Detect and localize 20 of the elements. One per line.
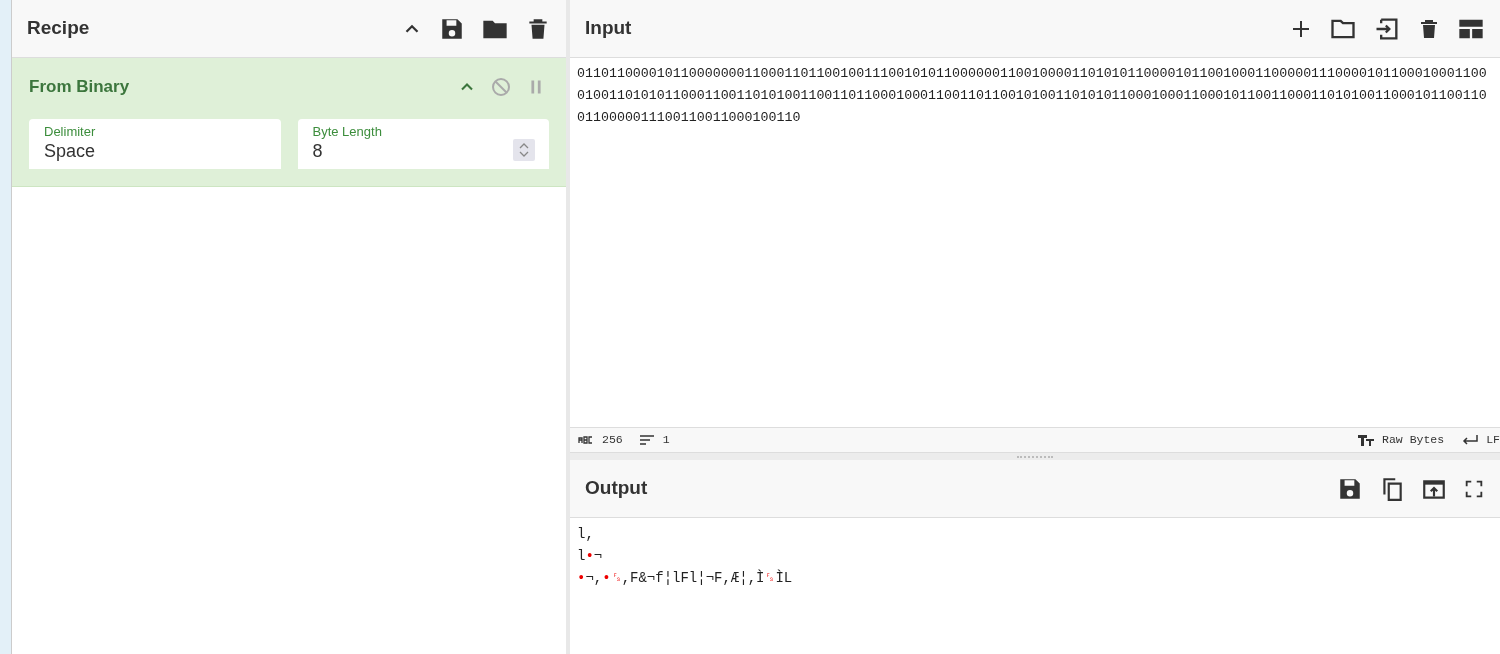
- length-count: 256: [602, 432, 623, 449]
- output-line: l,: [577, 525, 594, 544]
- line-ending-button[interactable]: LF: [1486, 431, 1500, 449]
- input-text-area[interactable]: 0110110000101100000001100011011001001110010101100000011001000011010101100001011001000110000011100001011000100011000100110101011000110011010100110011011000100011001101100101001101010110001000110001011001100011010100110001011001100110000011100110011000100110: [570, 58, 1500, 427]
- text-size-icon[interactable]: [1358, 434, 1375, 446]
- return-arrow-icon[interactable]: [1462, 434, 1479, 446]
- panel-title: Input: [585, 16, 632, 41]
- operation-title: From Binary: [29, 76, 130, 99]
- character-count-icon: [578, 436, 594, 444]
- output-line: •¬,•␜,F&¬f¦lFl¦¬F,Æ¦,Ì␜ÌL: [577, 568, 793, 588]
- spinner-icon[interactable]: [513, 139, 535, 161]
- resize-handle[interactable]: [570, 452, 1500, 460]
- line-count: 1: [662, 432, 670, 449]
- panel-title: Recipe: [27, 16, 90, 41]
- output-line: l•¬: [577, 547, 603, 566]
- text-field[interactable]: Delimiter Space: [29, 119, 281, 169]
- lines-icon: [638, 434, 655, 446]
- encoding-button[interactable]: Raw Bytes: [1382, 431, 1445, 449]
- number-field[interactable]: Byte Length 8: [297, 119, 549, 169]
- panel-title: Output: [585, 476, 648, 501]
